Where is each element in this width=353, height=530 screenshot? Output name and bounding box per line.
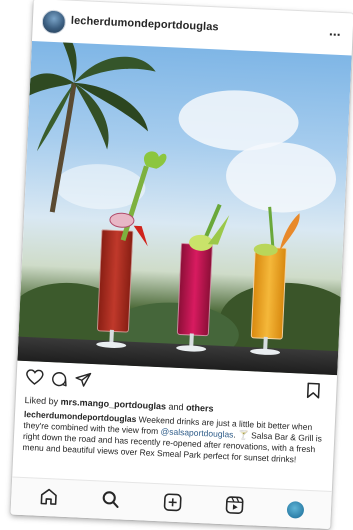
profile-icon[interactable]: [286, 501, 305, 519]
more-icon[interactable]: ...: [329, 22, 341, 39]
share-icon[interactable]: [74, 371, 92, 388]
avatar[interactable]: [41, 9, 67, 35]
reels-icon[interactable]: [225, 495, 245, 515]
post-username[interactable]: lecherdumondeportdouglas: [71, 15, 219, 34]
celery-garnish: [109, 151, 167, 247]
comment-icon[interactable]: [50, 370, 68, 388]
citrus-garnish: [253, 206, 300, 256]
search-icon[interactable]: [101, 490, 121, 510]
post-photo[interactable]: [17, 40, 352, 376]
liked-others[interactable]: others: [186, 402, 214, 413]
bottom-nav: [10, 476, 332, 529]
bookmark-icon[interactable]: [306, 382, 321, 400]
instagram-post-screen: lecherdumondeportdouglas ... Liked by mr…: [10, 0, 353, 529]
add-post-icon[interactable]: [163, 492, 183, 512]
liked-prefix: Liked by: [24, 395, 61, 407]
lime-garnish: [188, 203, 230, 251]
liked-user[interactable]: mrs.mango_portdouglas: [60, 397, 166, 412]
post-caption: lecherdumondeportdouglas Weekend drinks …: [22, 409, 324, 467]
home-icon[interactable]: [39, 487, 59, 507]
heart-icon[interactable]: [25, 369, 44, 386]
liked-and: and: [165, 401, 187, 413]
